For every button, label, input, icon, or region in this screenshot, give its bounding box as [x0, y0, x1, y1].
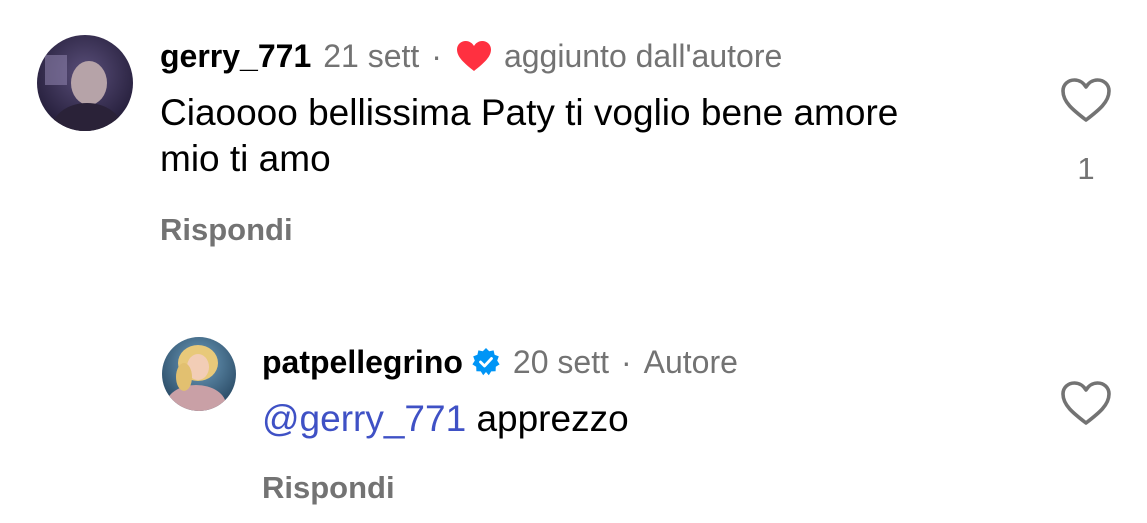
avatar-patpellegrino-image — [162, 337, 236, 411]
avatar-patpellegrino[interactable] — [162, 337, 236, 411]
mention-link[interactable]: @gerry_771 — [262, 398, 466, 439]
comment-text: apprezzo — [476, 398, 629, 439]
author-label: Autore — [643, 344, 738, 380]
comment-text: Ciaoooo bellissima Paty ti voglio bene a… — [160, 92, 899, 179]
comment-meta: patpellegrino 20 sett · Autore — [262, 342, 738, 382]
meta-separator: · — [431, 38, 442, 74]
username[interactable]: gerry_771 — [160, 36, 311, 76]
reply-button[interactable]: Rispondi — [262, 468, 395, 508]
comment-gerry: gerry_771 21 sett · aggiunto dall'autore… — [0, 0, 1147, 270]
reply-button[interactable]: Rispondi — [160, 210, 293, 250]
comment-meta: gerry_771 21 sett · aggiunto dall'autore — [160, 36, 782, 76]
heart-filled-icon — [456, 40, 492, 72]
comment-reply-patpellegrino: patpellegrino 20 sett · Autore @gerry_77… — [0, 300, 1147, 523]
comment-text-line: @gerry_771 apprezzo — [262, 396, 629, 442]
heart-outline-icon[interactable] — [1060, 77, 1112, 123]
like-count: 1 — [1077, 151, 1095, 186]
avatar-gerry[interactable] — [37, 35, 133, 131]
comment-date: 20 sett — [512, 344, 609, 380]
verified-badge-icon — [471, 347, 501, 377]
pinned-by-author-label: aggiunto dall'autore — [503, 38, 783, 74]
comment-date: 21 sett — [323, 38, 420, 74]
username[interactable]: patpellegrino — [262, 342, 463, 382]
heart-outline-icon[interactable] — [1060, 380, 1112, 426]
avatar-gerry-image — [37, 35, 133, 131]
meta-separator: · — [620, 344, 632, 380]
